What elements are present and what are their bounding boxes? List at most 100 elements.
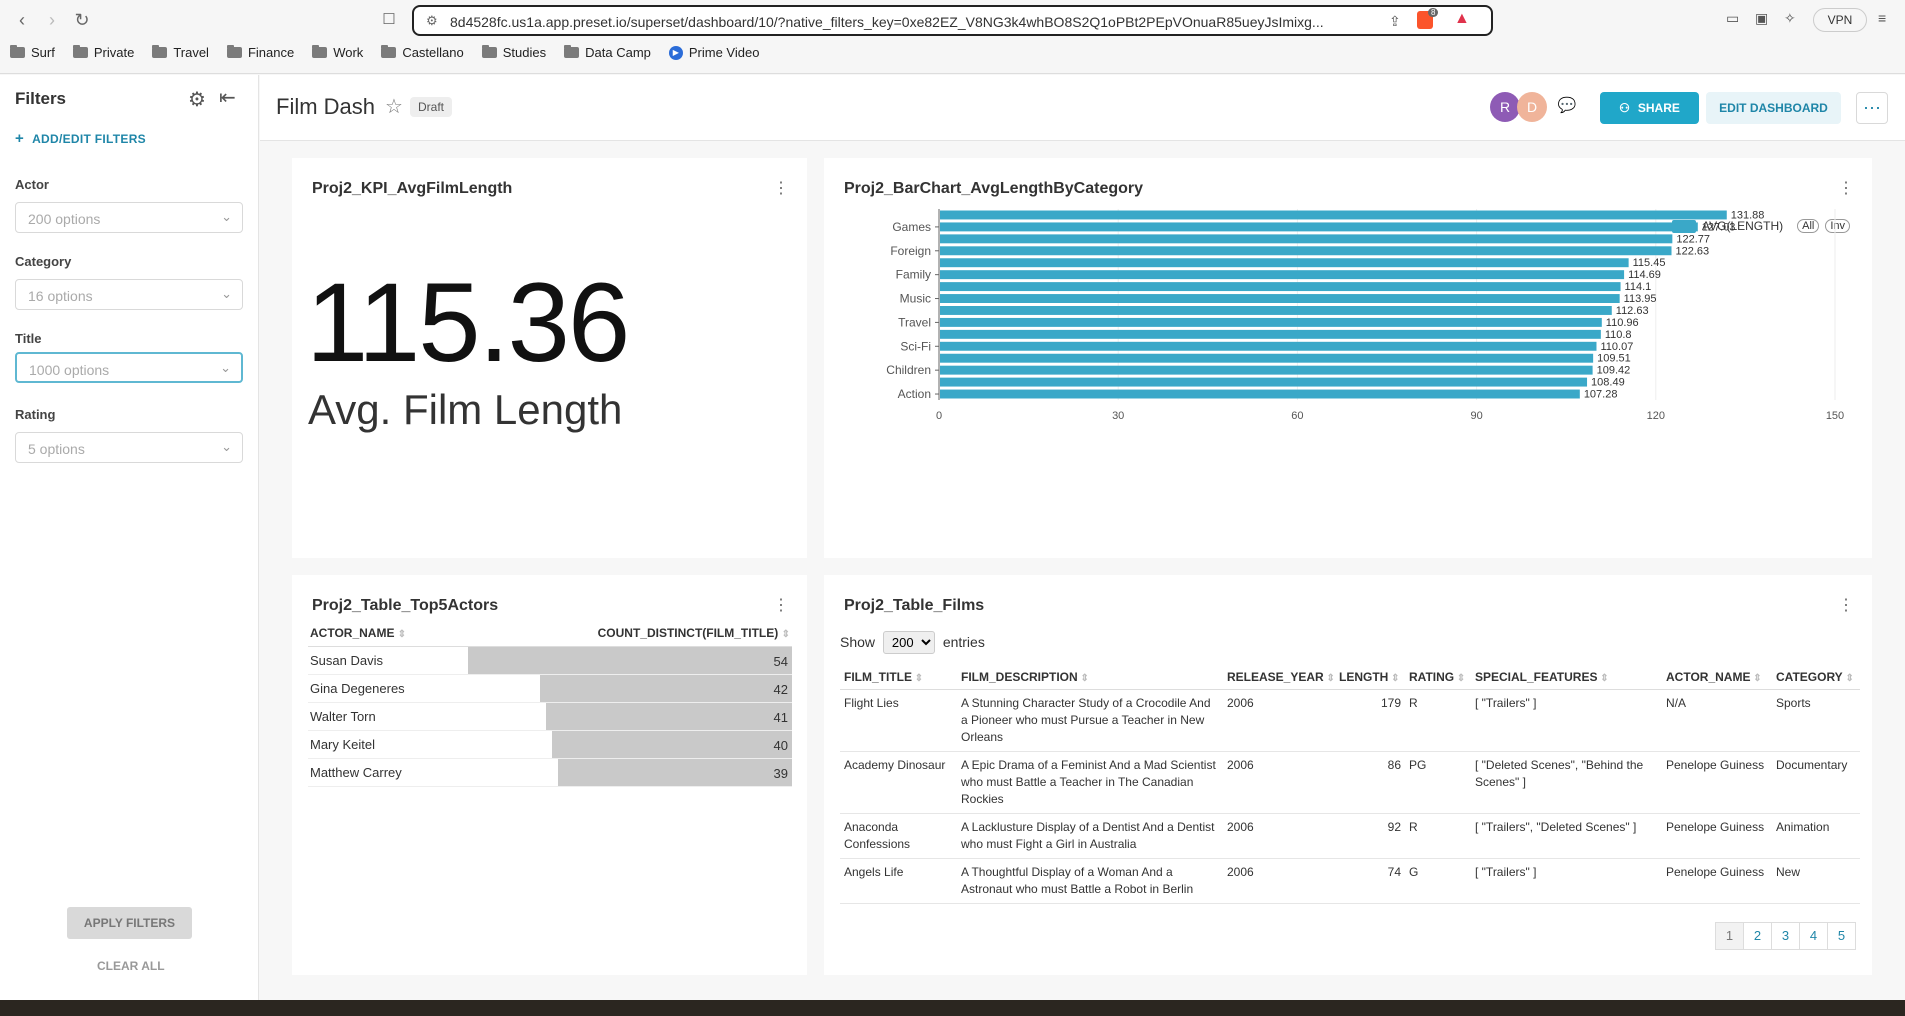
bar-value-label: 110.96 [1606,317,1639,329]
share-button[interactable]: ⚇ SHARE [1600,92,1699,124]
page-button[interactable]: 4 [1799,922,1828,950]
title-select[interactable]: 1000 options ⌄ [15,352,243,383]
bookmark-finance[interactable]: Finance [226,45,294,60]
sort-icon: ⇕ [781,629,790,640]
page-button[interactable]: 3 [1771,922,1800,950]
bookmark-icon[interactable]: ☐ [377,8,401,32]
column-header[interactable]: LENGTH ⇕ [1335,665,1405,690]
table-row[interactable]: Anaconda Confessions A Lacklusture Displa… [840,813,1860,859]
folder-icon [152,45,168,58]
column-header[interactable]: SPECIAL_FEATURES ⇕ [1471,665,1662,690]
bar[interactable] [940,222,1698,232]
add-edit-filters-button[interactable]: + ADD/EDIT FILTERS [15,130,146,147]
bar-value-label: 110.8 [1605,329,1632,341]
vpn-button[interactable]: VPN [1813,8,1867,32]
card-menu-icon[interactable]: ⋮ [1838,595,1854,615]
share-page-icon[interactable]: ⇪ [1389,13,1401,30]
table-row[interactable]: Gina Degeneres 42 [308,674,792,703]
bookmark-data-camp[interactable]: Data Camp [564,45,651,60]
table-row[interactable]: Walter Torn 41 [308,702,792,731]
leo-ai-icon[interactable]: ✧ [1784,10,1796,27]
reload-icon[interactable]: ↻ [70,8,94,32]
page-button[interactable]: 5 [1827,922,1856,950]
collapse-icon[interactable]: ⇤ [219,85,236,110]
more-options-icon[interactable]: ⋯ [1856,92,1888,124]
bar[interactable] [940,270,1625,280]
column-header[interactable]: FILM_DESCRIPTION ⇕ [957,665,1223,690]
column-header[interactable]: RELEASE_YEAR ⇕ [1223,665,1335,690]
sidebar-toggle-icon[interactable]: ▭ [1726,10,1739,27]
count-value: 39 [773,766,788,781]
column-header[interactable]: ACTOR_NAME ⇕ [1662,665,1772,690]
bar[interactable] [940,246,1672,256]
x-tick-label: 150 [1826,410,1844,422]
kpi-value: 115.36 [306,260,630,385]
dashboard-title[interactable]: Film Dash [276,94,375,120]
avatar[interactable]: R [1490,92,1520,122]
column-header[interactable]: ACTOR_NAME ⇕ [308,620,468,647]
table-row[interactable]: Matthew Carrey 39 [308,758,792,787]
table-row[interactable]: Susan Davis 54 [308,646,792,675]
select-placeholder: 16 options [28,288,93,304]
folder-icon [481,45,497,58]
bar[interactable] [940,282,1621,292]
bookmark-studies[interactable]: Studies [481,45,546,60]
bar[interactable] [940,389,1580,399]
folder-icon [381,45,397,58]
bar[interactable] [940,210,1727,220]
apply-filters-button[interactable]: APPLY FILTERS [67,907,192,939]
bookmark-private[interactable]: Private [72,45,134,60]
avatar[interactable]: D [1517,92,1547,122]
bar[interactable] [940,306,1612,315]
star-icon[interactable]: ☆ [385,94,403,119]
bar[interactable] [940,365,1593,375]
bookmark-work[interactable]: Work [312,45,363,60]
bar[interactable] [940,317,1602,327]
bar[interactable] [940,377,1588,387]
table-row[interactable]: Academy Dinosaur A Epic Drama of a Femini… [840,751,1860,814]
category-select[interactable]: 16 options ⌄ [15,279,243,310]
chat-icon[interactable]: 💬 [1555,96,1579,120]
bookmark-castellano[interactable]: Castellano [381,45,464,60]
page-button[interactable]: 2 [1743,922,1772,950]
table-cell: [ "Trailers" ] [1471,689,1662,752]
table-row[interactable]: Flight Lies A Stunning Character Study of… [840,689,1860,752]
card-menu-icon[interactable]: ⋮ [773,178,789,198]
gear-icon[interactable]: ⚙ [188,87,206,112]
column-header[interactable]: FILM_TITLE ⇕ [840,665,957,690]
page-button[interactable]: 1 [1715,922,1744,950]
table-row[interactable]: Angels Life A Thoughtful Display of a Wom… [840,858,1860,904]
table-cell: [ "Trailers", "Deleted Scenes" ] [1471,813,1662,859]
edit-dashboard-button[interactable]: EDIT DASHBOARD [1706,92,1841,124]
site-info-icon[interactable]: ⚙ [426,13,438,29]
filter-label-category: Category [15,254,72,269]
menu-icon[interactable]: ≡ [1878,10,1886,26]
bookmark-prime-video[interactable]: ▶ Prime Video [668,45,759,60]
bar[interactable] [940,353,1594,363]
column-label: FILM_TITLE [844,670,912,684]
forward-icon[interactable]: › [40,8,64,32]
bar[interactable] [940,234,1673,244]
brave-rewards-icon[interactable]: ▲ [1454,10,1470,28]
column-header[interactable]: COUNT_DISTINCT(FILM_TITLE) ⇕ [468,620,792,647]
bookmark-surf[interactable]: Surf [10,45,55,60]
table-row[interactable]: Mary Keitel 40 [308,730,792,759]
page-size-select[interactable]: 200 [882,631,935,654]
bar[interactable] [940,329,1601,339]
actor-select[interactable]: 200 options ⌄ [15,202,243,233]
address-bar[interactable]: ⚙ 8d4528fc.us1a.app.preset.io/superset/d… [412,5,1493,36]
draft-badge[interactable]: Draft [410,97,453,117]
bar[interactable] [940,258,1629,268]
back-icon[interactable]: ‹ [10,8,34,32]
column-header[interactable]: RATING ⇕ [1405,665,1471,690]
clear-all-button[interactable]: CLEAR ALL [97,959,165,973]
wallet-icon[interactable]: ▣ [1755,10,1768,27]
rating-select[interactable]: 5 options ⌄ [15,432,243,463]
bar[interactable] [940,294,1620,303]
table-cell: 92 [1335,813,1405,859]
bar-value-label: 114.1 [1625,281,1652,293]
column-header[interactable]: CATEGORY ⇕ [1772,665,1860,690]
card-menu-icon[interactable]: ⋮ [773,595,789,615]
bookmark-travel[interactable]: Travel [152,45,209,60]
bar[interactable] [940,341,1597,351]
